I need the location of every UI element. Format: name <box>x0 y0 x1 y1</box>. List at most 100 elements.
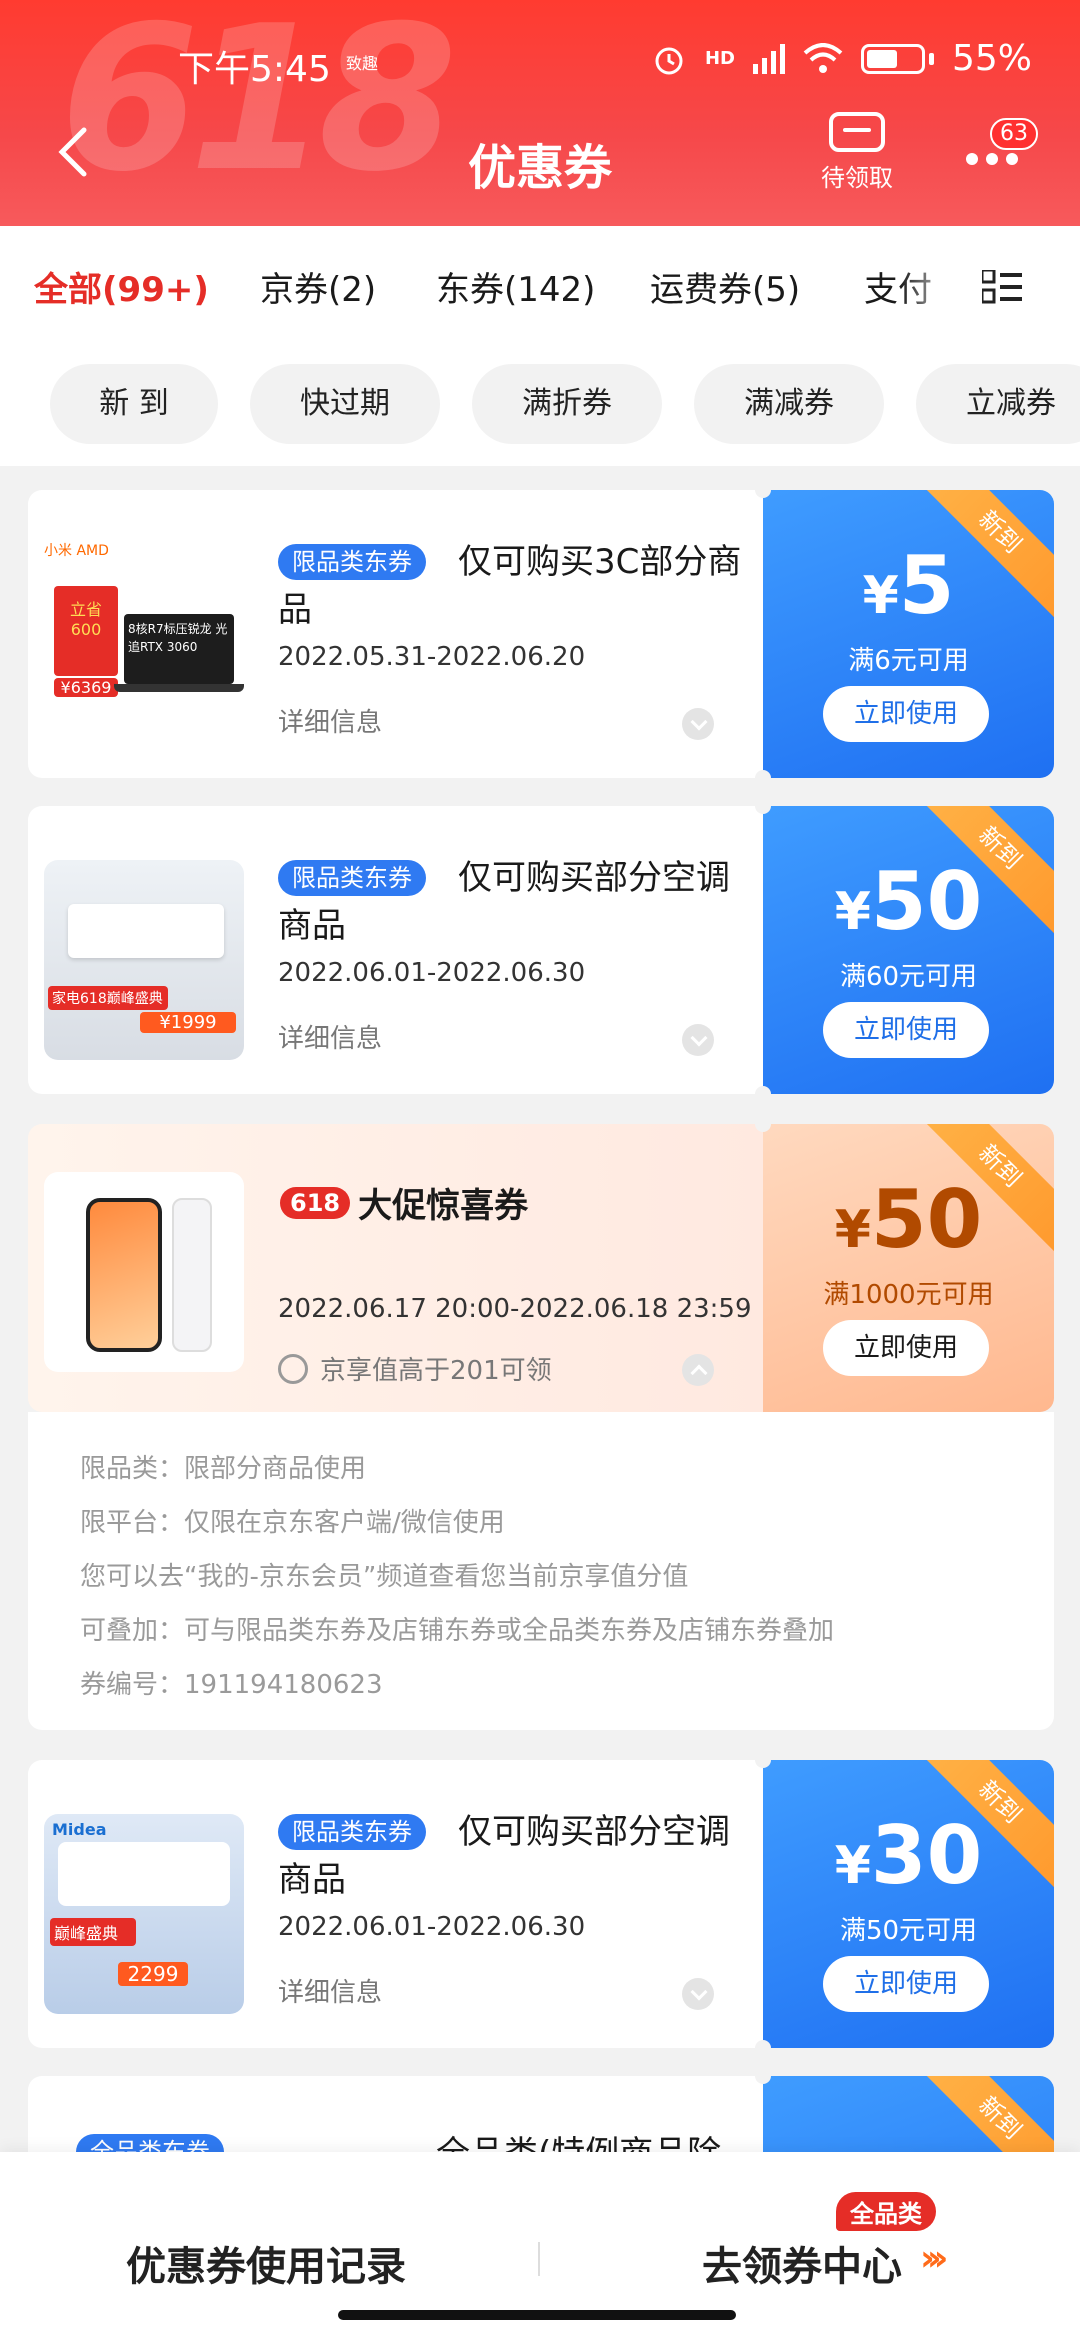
detail-line: 可叠加：可与限品类东券及店铺东券或全品类东券及店铺东券叠加 <box>80 1616 835 1646</box>
member-text: 京享值高于201可领 <box>320 1356 552 1386</box>
detail-link[interactable]: 详细信息 <box>278 1018 382 1055</box>
use-now-button[interactable]: 立即使用 <box>823 1956 989 2012</box>
coupon-card[interactable]: 家电618巅峰盛典 ¥1999 仅可购买部分空调商品 限品类东券 2022.06… <box>28 798 1054 1102</box>
coupon-value-panel: 新到 ¥5 满6元可用 立即使用 <box>763 490 1054 778</box>
coupon-condition: 满60元可用 <box>839 962 978 992</box>
chip-reduction[interactable]: 满减券 <box>694 364 884 444</box>
coupon-center-link[interactable]: 去领券中心 <box>702 2234 902 2292</box>
use-now-button[interactable]: 立即使用 <box>823 1002 989 1058</box>
ac-unit-image <box>58 1842 230 1906</box>
coupon-card[interactable]: Midea 巅峰盛典 2299 仅可购买部分空调商品 限品类东券 2022.06… <box>28 1752 1054 2056</box>
phone-image <box>86 1198 162 1352</box>
member-requirement: 京享值高于201可领 <box>278 1350 552 1387</box>
phone-back <box>172 1198 212 1352</box>
chip-new[interactable]: 新 到 <box>50 364 218 444</box>
currency-symbol: ¥ <box>862 566 899 626</box>
thumb-caption: 8核R7标压锐龙 光追RTX 3060 <box>128 622 228 654</box>
chip-discount[interactable]: 满折券 <box>472 364 662 444</box>
coupon-value-panel: 新到 ¥30 满50元可用 立即使用 <box>763 1760 1054 2048</box>
chip-instant-reduction[interactable]: 立减券 <box>916 364 1080 444</box>
currency-symbol: ¥ <box>834 882 871 942</box>
filter-chips: 新 到 快过期 满折券 满减券 立减券 <box>0 346 1080 466</box>
thumb-brand: Midea <box>52 1820 107 1839</box>
coupon-amount: ¥50 <box>763 1180 1054 1260</box>
coupon-dates: 2022.06.17 20:00-2022.06.18 23:59 <box>278 1294 752 1324</box>
more-dot-icon <box>1006 153 1018 165</box>
alarm-icon <box>655 47 683 74</box>
home-indicator[interactable] <box>338 2310 736 2320</box>
chevron-down-icon[interactable] <box>682 708 714 740</box>
coupon-info: 618 大促惊喜券 2022.06.17 20:00-2022.06.18 23… <box>28 1124 763 1412</box>
more-button[interactable] <box>966 150 1036 170</box>
thumb-badge: 立省 600 <box>54 586 118 676</box>
product-thumbnail: Midea 巅峰盛典 2299 <box>44 1814 244 2014</box>
list-view-icon[interactable] <box>982 270 1022 304</box>
coupon-tag: 限品类东券 <box>278 544 426 580</box>
thumb-price: ¥1999 <box>140 1012 236 1033</box>
card-notch <box>755 1116 771 1132</box>
coupon-condition: 满50元可用 <box>839 1916 978 1946</box>
detail-link[interactable]: 详细信息 <box>278 702 382 739</box>
coupon-amount: ¥50 <box>763 862 1054 942</box>
product-thumbnail <box>44 1172 244 1372</box>
detail-line: 限平台：仅限在京东客户端/微信使用 <box>80 1508 505 1538</box>
card-notch <box>755 1752 771 1768</box>
chevron-up-icon[interactable] <box>682 1354 714 1386</box>
tab-jing-coupon[interactable]: 京券(2) <box>260 262 376 311</box>
currency-symbol: ¥ <box>834 1200 871 1260</box>
coupon-condition: 满6元可用 <box>848 646 969 676</box>
detail-line: 限品类：限部分商品使用 <box>80 1454 367 1484</box>
battery-tip <box>928 52 934 65</box>
thumb-brand: 小米 AMD <box>44 543 109 559</box>
use-now-button[interactable]: 立即使用 <box>823 686 989 742</box>
signal-icon <box>752 43 785 74</box>
coupon-type-tabs: 全部(99+) 京券(2) 东券(142) 运费券(5) 支付 <box>0 226 1080 346</box>
coupon-info: Midea 巅峰盛典 2299 仅可购买部分空调商品 限品类东券 2022.06… <box>28 1760 763 2048</box>
coupon-condition: 满1000元可用 <box>823 1280 994 1310</box>
member-icon <box>278 1353 308 1384</box>
coupon-dates: 2022.06.01-2022.06.30 <box>278 1912 586 1942</box>
amount-value: 50 <box>870 1173 983 1266</box>
coupon-tag: 限品类东券 <box>278 860 426 896</box>
currency-symbol: ¥ <box>834 1836 871 1896</box>
coupon-tag: 限品类东券 <box>278 1814 426 1850</box>
promo-coupon-card[interactable]: 618 大促惊喜券 2022.06.17 20:00-2022.06.18 23… <box>28 1116 1054 1412</box>
thumb-banner: 巅峰盛典 <box>50 1918 136 1946</box>
pending-label: 待领取 <box>821 164 893 192</box>
all-category-badge: 全品类 <box>836 2192 936 2231</box>
use-now-button[interactable]: 立即使用 <box>823 1320 989 1376</box>
amount-value: 30 <box>870 1809 983 1902</box>
wifi-icon <box>803 42 843 73</box>
tab-all[interactable]: 全部(99+) <box>34 262 209 311</box>
pending-button[interactable]: 待领取 <box>812 112 902 193</box>
detail-link[interactable]: 详细信息 <box>278 1972 382 2009</box>
card-notch <box>755 798 771 814</box>
chevron-down-icon[interactable] <box>682 1978 714 2010</box>
coupon-value-panel: 新到 ¥50 满1000元可用 立即使用 <box>763 1124 1054 1412</box>
network-label: HD <box>704 48 735 69</box>
laptop-base <box>114 684 244 692</box>
amount-value: 5 <box>898 539 955 632</box>
thumb-banner: 家电618巅峰盛典 <box>48 986 168 1010</box>
page-title: 优惠券 <box>467 140 612 196</box>
coupon-dates: 2022.06.01-2022.06.30 <box>278 958 586 988</box>
chip-expiring[interactable]: 快过期 <box>250 364 440 444</box>
coupon-card[interactable]: 小米 AMD 立省 600 ¥6369 8核R7标压锐龙 光追RTX 3060 … <box>28 482 1054 786</box>
promo-brand: 618 大促惊喜券 <box>280 1178 528 1227</box>
chevron-right-icon: ››› <box>920 2238 948 2279</box>
amount-value: 50 <box>870 855 983 948</box>
tab-shipping-coupon[interactable]: 运费券(5) <box>650 262 800 311</box>
app-root: 618 下午5:45 致趣 HD 55% 优惠券 待领取 63 全部(99+) … <box>0 0 1080 2340</box>
tab-dong-coupon[interactable]: 东券(142) <box>436 262 595 311</box>
card-notch <box>755 770 771 786</box>
chevron-down-icon[interactable] <box>682 1024 714 1056</box>
coupon-dates: 2022.05.31-2022.06.20 <box>278 642 586 672</box>
status-time: 下午5:45 <box>178 49 331 90</box>
thumb-price: 2299 <box>118 1962 188 1986</box>
promo-title: 大促惊喜券 <box>358 1186 529 1226</box>
usage-history-link[interactable]: 优惠券使用记录 <box>126 2234 406 2292</box>
thumb-price: ¥6369 <box>54 678 118 697</box>
card-notch <box>755 2068 771 2084</box>
coupon-info: 家电618巅峰盛典 ¥1999 仅可购买部分空调商品 限品类东券 2022.06… <box>28 806 763 1094</box>
more-dot-icon <box>966 153 978 165</box>
